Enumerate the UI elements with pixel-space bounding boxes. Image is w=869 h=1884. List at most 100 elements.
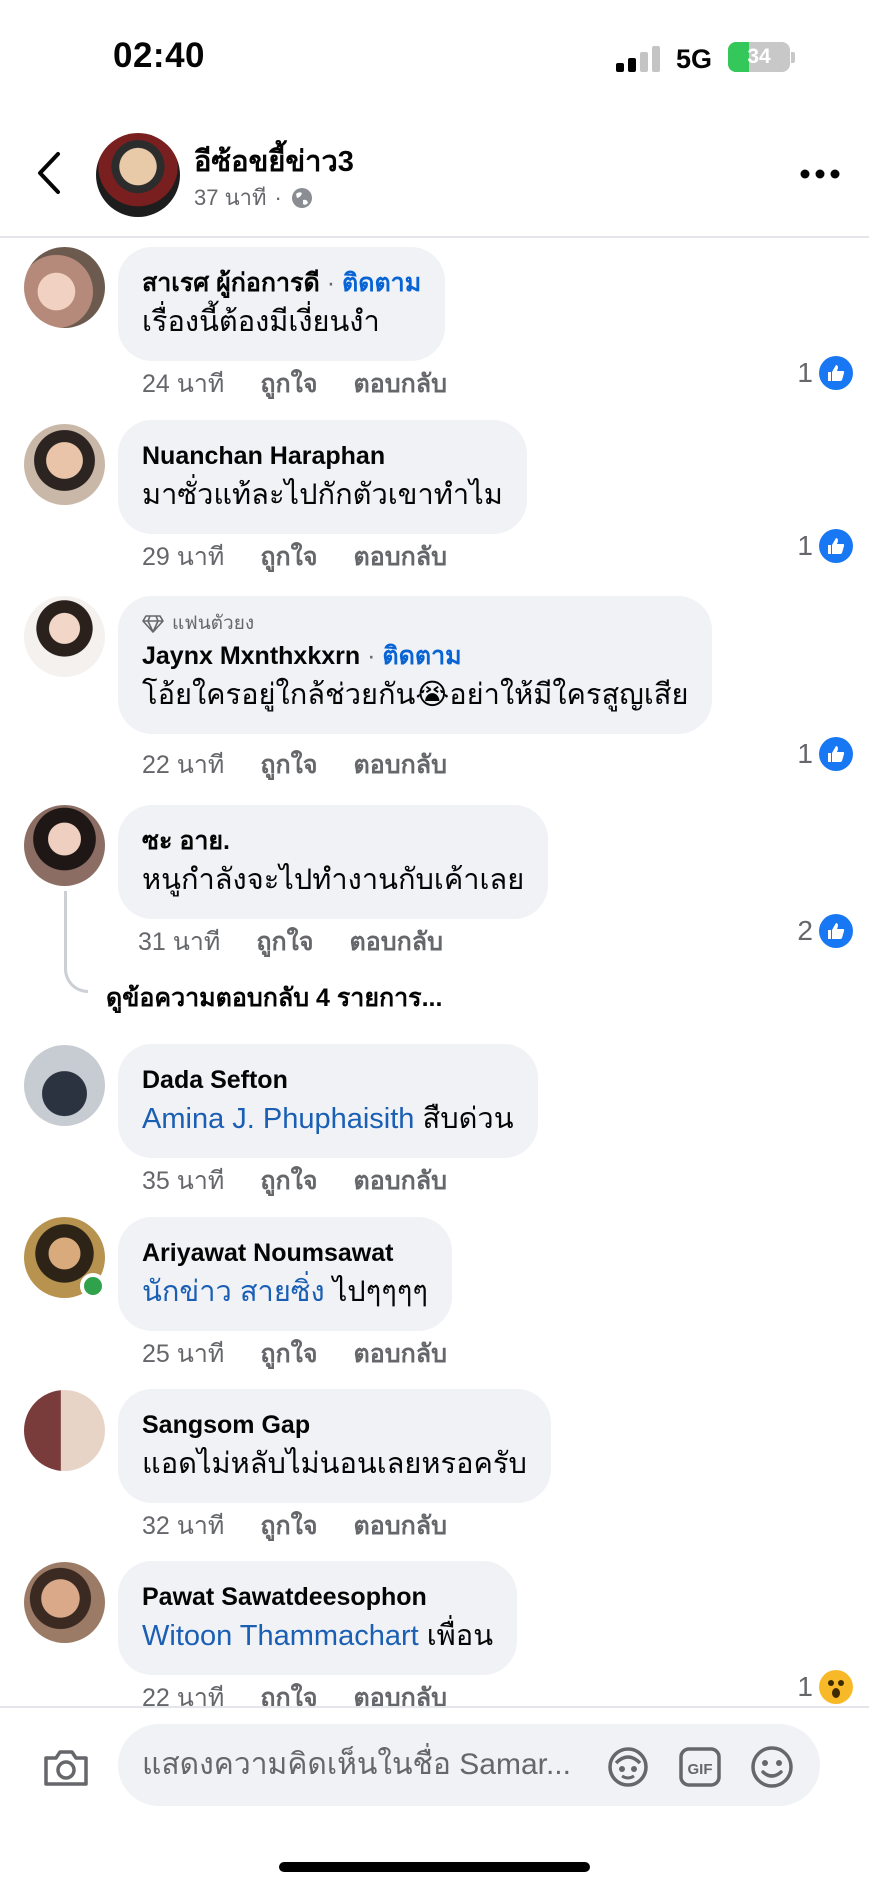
- comment-bubble[interactable]: Nuanchan Haraphan มาซั่วแท้ละไปกักตัวเขา…: [118, 420, 527, 534]
- comment-bubble[interactable]: ซะ อาย. หนูกำลังจะไปทำงานกับเค้าเลย: [118, 805, 549, 919]
- reaction-summary[interactable]: 1: [797, 737, 853, 771]
- comment-text: ไปๆๆๆๆ: [324, 1276, 429, 1308]
- mention-link[interactable]: นักข่าว สายซิ่ง: [142, 1276, 325, 1308]
- reaction-count: 1: [797, 1671, 813, 1702]
- comment-actions: 32 นาที ถูกใจ ตอบกลับ: [142, 1506, 447, 1546]
- follow-button[interactable]: ติดตาม: [342, 269, 421, 297]
- like-button[interactable]: ถูกใจ: [260, 1506, 317, 1546]
- back-arrow-icon[interactable]: [30, 148, 70, 198]
- follow-button[interactable]: ติดตาม: [382, 642, 461, 670]
- comment-time: 35 นาที: [142, 1167, 225, 1195]
- comment-author[interactable]: Nuanchan Haraphan: [142, 438, 503, 474]
- avatar-sticker-icon[interactable]: [604, 1743, 652, 1791]
- comment-actions: 24 นาที ถูกใจ ตอบกลับ: [142, 364, 447, 404]
- like-button[interactable]: ถูกใจ: [260, 537, 317, 577]
- comment-text: หนูกำลังจะไปทำงานกับเค้าเลย: [142, 864, 525, 896]
- like-reaction-icon: [819, 737, 853, 771]
- comment-author[interactable]: Jaynx Mxnthxkxrn: [142, 642, 360, 670]
- like-button[interactable]: ถูกใจ: [260, 364, 317, 404]
- comment-time: 24 นาที: [142, 370, 225, 398]
- reply-button[interactable]: ตอบกลับ: [350, 922, 443, 962]
- comment-author[interactable]: Dada Sefton: [142, 1062, 514, 1098]
- comment-composer: GIF: [0, 1706, 869, 1884]
- comment-actions: 29 นาที ถูกใจ ตอบกลับ: [142, 537, 447, 577]
- more-options-icon[interactable]: [800, 168, 840, 180]
- like-button[interactable]: ถูกใจ: [260, 1334, 317, 1374]
- like-button[interactable]: ถูกใจ: [260, 1161, 317, 1201]
- comment-text: เรื่องนี้ต้องมีเงี่ยนงำ: [142, 306, 380, 338]
- avatar[interactable]: [24, 596, 105, 677]
- comment-time: 25 นาที: [142, 1340, 225, 1368]
- comment-text: โอ้ยใครอยู่ใกล้ช่วยกัน😭อย่าให้มีใครสูญเส…: [142, 679, 689, 711]
- home-indicator: [279, 1862, 590, 1872]
- comment-actions: 35 นาที ถูกใจ ตอบกลับ: [142, 1161, 447, 1201]
- comment-author[interactable]: Sangsom Gap: [142, 1407, 527, 1443]
- comment-text: เพื่อน: [418, 1620, 494, 1652]
- svg-text:GIF: GIF: [688, 1761, 713, 1778]
- comment-time: 31 นาที: [138, 928, 221, 956]
- top-fan-badge: แฟนตัวยง: [142, 610, 688, 638]
- view-replies-link[interactable]: ดูข้อความตอบกลับ 4 รายการ...: [106, 978, 442, 1018]
- reply-button[interactable]: ตอบกลับ: [354, 1161, 447, 1201]
- comment-author[interactable]: สาเรศ ผู้ก่อการดี: [142, 269, 320, 297]
- comment-text: สืบด่วน: [414, 1103, 514, 1135]
- mention-link[interactable]: Amina J. Phuphaisith: [142, 1103, 414, 1135]
- avatar[interactable]: [24, 1390, 105, 1471]
- mention-link[interactable]: Witoon Thammachart: [142, 1620, 419, 1652]
- like-button[interactable]: ถูกใจ: [256, 922, 313, 962]
- page-name[interactable]: อีซ้อขยี้ข่าว3: [194, 138, 354, 184]
- comment-time: 22 นาที: [142, 751, 225, 779]
- battery-icon: 34: [728, 42, 790, 72]
- comment-actions: 25 นาที ถูกใจ ตอบกลับ: [142, 1334, 447, 1374]
- like-button[interactable]: ถูกใจ: [260, 745, 317, 785]
- like-reaction-icon: [819, 529, 853, 563]
- network-type: 5G: [676, 44, 713, 74]
- reaction-summary[interactable]: 1: [797, 356, 853, 390]
- comment-bubble[interactable]: สาเรศ ผู้ก่อการดี · ติดตาม เรื่องนี้ต้อง…: [118, 247, 446, 361]
- comment-time: 29 นาที: [142, 543, 225, 571]
- avatar[interactable]: [24, 247, 105, 328]
- comment-bubble[interactable]: แฟนตัวยง Jaynx Mxnthxkxrn · ติดตาม โอ้ยใ…: [118, 596, 713, 734]
- comment-time: 32 นาที: [142, 1512, 225, 1540]
- like-reaction-icon: [819, 356, 853, 390]
- status-time: 02:40: [113, 36, 206, 75]
- reaction-summary[interactable]: 1: [797, 1670, 853, 1704]
- avatar[interactable]: [24, 424, 105, 505]
- comment-bubble[interactable]: Dada Sefton Amina J. Phuphaisith สืบด่วน: [118, 1044, 538, 1158]
- post-meta: 37 นาที ·: [194, 180, 314, 215]
- wow-reaction-icon: [819, 1670, 853, 1704]
- comment-bubble[interactable]: Sangsom Gap แอดไม่หลับไม่นอนเลยหรอครับ: [118, 1389, 551, 1503]
- avatar[interactable]: [24, 805, 105, 886]
- battery-percent: 34: [747, 45, 771, 68]
- reply-button[interactable]: ตอบกลับ: [354, 745, 447, 785]
- page-avatar[interactable]: [96, 133, 180, 217]
- comment-bubble[interactable]: Pawat Sawatdeesophon Witoon Thammachart …: [118, 1561, 518, 1675]
- reply-button[interactable]: ตอบกลับ: [354, 537, 447, 577]
- reaction-count: 2: [797, 915, 813, 946]
- separator-dot: ·: [367, 642, 376, 670]
- reply-button[interactable]: ตอบกลับ: [354, 1334, 447, 1374]
- reply-button[interactable]: ตอบกลับ: [354, 1506, 447, 1546]
- like-reaction-icon: [819, 914, 853, 948]
- comment-text: แอดไม่หลับไม่นอนเลยหรอครับ: [142, 1448, 527, 1480]
- camera-icon[interactable]: [42, 1748, 90, 1788]
- emoji-icon[interactable]: [748, 1743, 796, 1791]
- comment-bubble[interactable]: Ariyawat Noumsawat นักข่าว สายซิ่ง ไปๆๆๆ…: [118, 1217, 453, 1331]
- reply-button[interactable]: ตอบกลับ: [354, 364, 447, 404]
- comment-author[interactable]: Ariyawat Noumsawat: [142, 1235, 428, 1271]
- reaction-summary[interactable]: 1: [797, 529, 853, 563]
- globe-icon: [291, 187, 312, 208]
- avatar[interactable]: [24, 1562, 105, 1643]
- meta-dot: ·: [274, 184, 282, 210]
- reply-thread-line: [64, 891, 88, 993]
- avatar[interactable]: [24, 1045, 105, 1126]
- battery-tip: [791, 52, 795, 63]
- avatar[interactable]: [24, 1217, 106, 1299]
- fan-badge-label: แฟนตัวยง: [172, 613, 255, 634]
- gif-icon[interactable]: GIF: [676, 1743, 724, 1791]
- online-status-dot: [80, 1273, 106, 1299]
- comment-author[interactable]: ซะ อาย.: [142, 823, 524, 859]
- reaction-count: 1: [797, 530, 813, 561]
- reaction-summary[interactable]: 2: [797, 914, 853, 948]
- comment-author[interactable]: Pawat Sawatdeesophon: [142, 1579, 493, 1615]
